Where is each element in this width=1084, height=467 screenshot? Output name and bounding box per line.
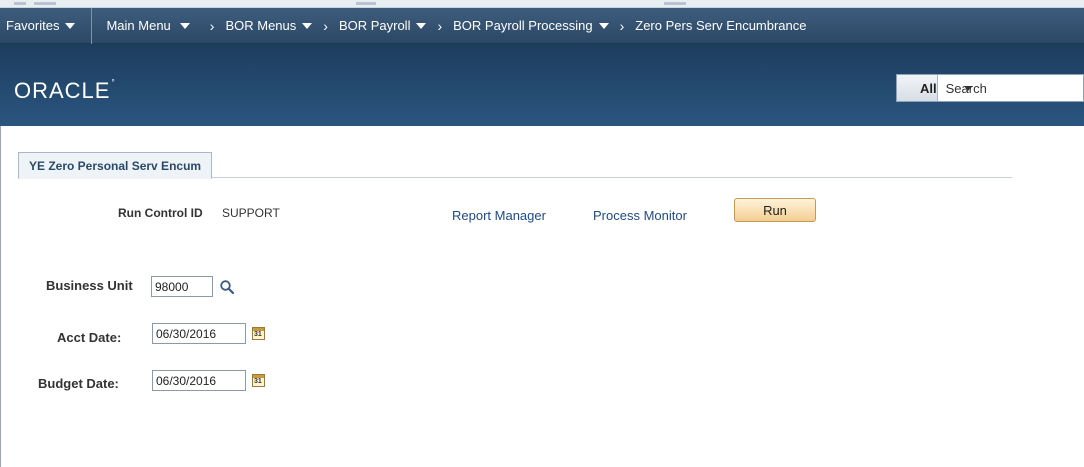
breadcrumb-label: Zero Pers Serv Encumbrance (635, 18, 807, 33)
navigation-bar: Favorites Main Menu › BOR Menus › BOR Pa… (0, 7, 1084, 44)
caret-down-icon (598, 22, 609, 29)
calendar-glyph: 31 (254, 378, 262, 385)
search-box: All (896, 74, 1084, 102)
search-input[interactable] (937, 75, 1084, 101)
nav-separator (91, 7, 93, 44)
business-unit-label: Business Unit (46, 278, 133, 293)
search-scope-dropdown[interactable]: All (897, 75, 972, 101)
chevron-right-icon: › (209, 17, 215, 34)
chevron-right-icon: › (323, 17, 328, 34)
caret-down-icon (65, 22, 76, 29)
caret-down-icon (179, 22, 190, 29)
main-menu[interactable]: Main Menu (106, 18, 190, 33)
report-manager-link[interactable]: Report Manager (452, 208, 546, 223)
breadcrumb-label: BOR Menus (225, 18, 297, 33)
search-scope-label: All (920, 80, 937, 96)
run-button[interactable]: Run (734, 198, 816, 222)
run-control-value: SUPPORT (222, 206, 280, 220)
favorites-menu[interactable]: Favorites (6, 18, 76, 33)
breadcrumb-label: BOR Payroll (338, 18, 411, 33)
calendar-icon[interactable]: 31 (252, 327, 265, 340)
chevron-right-icon: › (619, 17, 625, 34)
budget-date-field[interactable] (152, 370, 246, 391)
caret-down-icon (964, 86, 972, 91)
breadcrumb-bor-payroll[interactable]: BOR Payroll (339, 18, 427, 33)
process-monitor-link[interactable]: Process Monitor (593, 208, 687, 223)
lookup-magnifier-icon[interactable] (219, 279, 235, 295)
breadcrumb-zero-pers-serv-encumbrance[interactable]: Zero Pers Serv Encumbrance (635, 18, 806, 33)
oracle-logo: ORACLE° (14, 78, 116, 104)
chevron-right-icon: › (437, 17, 443, 34)
registered-mark: ° (111, 78, 116, 87)
top-strip (0, 0, 1084, 8)
strip-mark (356, 2, 376, 5)
budget-date-label: Budget Date: (38, 376, 119, 391)
caret-down-icon (302, 22, 313, 29)
strip-mark (14, 2, 26, 5)
business-unit-field[interactable] (151, 276, 213, 297)
caret-down-icon (416, 22, 427, 29)
favorites-label: Favorites (6, 18, 60, 33)
tab-label: YE Zero Personal Serv Encum (29, 158, 202, 173)
logo-text: ORACLE (14, 78, 111, 103)
brand-header: ORACLE° All (0, 44, 1084, 126)
tab-strip: YE Zero Personal Serv Encum (18, 152, 1012, 179)
acct-date-field[interactable] (152, 323, 246, 344)
breadcrumb-bor-payroll-processing[interactable]: BOR Payroll Processing (453, 18, 609, 33)
breadcrumb-label: BOR Payroll Processing (453, 18, 593, 33)
run-control-label: Run Control ID (118, 206, 203, 220)
calendar-icon[interactable]: 31 (252, 374, 265, 387)
breadcrumb-bor-menus[interactable]: BOR Menus (225, 18, 313, 33)
acct-date-label: Acct Date: (57, 330, 122, 345)
main-menu-label: Main Menu (106, 18, 171, 33)
tab-ye-zero-personal-serv-encum[interactable]: YE Zero Personal Serv Encum (18, 152, 213, 179)
strip-mark (664, 2, 686, 5)
calendar-glyph: 31 (254, 331, 262, 338)
strip-mark (34, 2, 56, 5)
